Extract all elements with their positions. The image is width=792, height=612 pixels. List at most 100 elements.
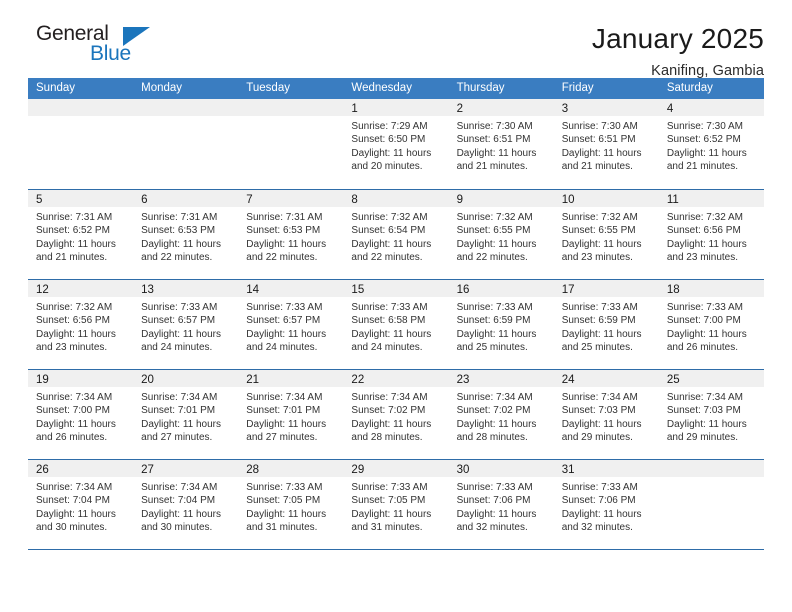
calendar-day-cell[interactable]: 25 Sunrise: 7:34 AM Sunset: 7:03 PM Dayligh…: [658, 370, 764, 459]
day-cell-inner: 3 Sunrise: 7:30 AM Sunset: 6:51 PM Daylight…: [553, 99, 659, 189]
daylight-text-line2: and 27 minutes.: [246, 432, 318, 444]
daylight-text-line1: Daylight: 11 hours: [456, 508, 537, 520]
day-cell-body: Sunrise: 7:32 AM Sunset: 6:54 PM Daylight:…: [343, 207, 448, 265]
sunrise-text: Sunrise: 7:30 AM: [561, 121, 638, 132]
daylight-text-line1: Daylight: 11 hours: [351, 418, 432, 430]
day-cell-body: [238, 116, 343, 120]
day-cell-inner: 17 Sunrise: 7:33 AM Sunset: 6:59 PM Dayligh…: [553, 280, 659, 369]
calendar-day-cell[interactable]: 21 Sunrise: 7:34 AM Sunset: 7:01 PM Dayligh…: [238, 370, 344, 459]
calendar-day-cell[interactable]: 27 Sunrise: 7:34 AM Sunset: 7:04 PM Dayligh…: [133, 460, 239, 549]
calendar-week-row: 5 Sunrise: 7:31 AM Sunset: 6:52 PM Daylight…: [28, 189, 764, 279]
daylight-text-line2: and 29 minutes.: [666, 432, 739, 444]
calendar-day-cell[interactable]: 12 Sunrise: 7:32 AM Sunset: 6:56 PM Dayligh…: [28, 280, 134, 369]
sunset-text: Sunset: 7:06 PM: [456, 495, 531, 507]
calendar-day-cell[interactable]: 20 Sunrise: 7:34 AM Sunset: 7:01 PM Dayligh…: [133, 370, 239, 459]
calendar-weeks: 1 Sunrise: 7:29 AM Sunset: 6:50 PM Daylight…: [28, 99, 764, 549]
calendar-day-cell[interactable]: 29 Sunrise: 7:33 AM Sunset: 7:05 PM Dayligh…: [343, 460, 449, 549]
daylight-text-line2: and 20 minutes.: [351, 161, 423, 173]
calendar-day-cell[interactable]: 26 Sunrise: 7:34 AM Sunset: 7:04 PM Dayligh…: [28, 460, 134, 549]
day-number-band: [238, 99, 344, 116]
day-number: 10: [561, 194, 575, 206]
calendar-day-cell[interactable]: 5 Sunrise: 7:31 AM Sunset: 6:52 PM Daylight…: [28, 190, 134, 279]
weekday-header-wednesday: Wednesday: [351, 82, 412, 94]
day-cell-body: [659, 477, 764, 481]
calendar-day-cell[interactable]: 1 Sunrise: 7:29 AM Sunset: 6:50 PM Daylight…: [343, 99, 449, 189]
day-number: 12: [36, 284, 49, 296]
calendar-day-cell[interactable]: 30 Sunrise: 7:33 AM Sunset: 7:06 PM Dayligh…: [448, 460, 554, 549]
daylight-text-line1: Daylight: 11 hours: [666, 147, 747, 159]
day-cell-body: Sunrise: 7:33 AM Sunset: 6:57 PM Daylight:…: [133, 297, 238, 355]
day-cell-body: Sunrise: 7:31 AM Sunset: 6:53 PM Daylight:…: [238, 207, 343, 265]
daylight-text-line2: and 24 minutes.: [246, 342, 318, 354]
daylight-text-line1: Daylight: 11 hours: [561, 238, 642, 250]
daylight-text-line1: Daylight: 11 hours: [36, 508, 116, 520]
day-number: 18: [666, 284, 680, 296]
calendar-day-cell[interactable]: 31 Sunrise: 7:33 AM Sunset: 7:06 PM Dayligh…: [553, 460, 659, 549]
sunrise-text: Sunrise: 7:34 AM: [666, 392, 743, 403]
day-number-band: 25: [658, 370, 764, 387]
sunrise-text: Sunrise: 7:30 AM: [666, 121, 743, 132]
day-cell-body: Sunrise: 7:33 AM Sunset: 6:58 PM Daylight:…: [343, 297, 448, 355]
calendar-day-cell[interactable]: 4 Sunrise: 7:30 AM Sunset: 6:52 PM Daylight…: [658, 99, 764, 189]
day-cell-inner: 25 Sunrise: 7:34 AM Sunset: 7:03 PM Dayligh…: [658, 370, 764, 459]
calendar-day-cell[interactable]: 11 Sunrise: 7:32 AM Sunset: 6:56 PM Dayligh…: [658, 190, 764, 279]
daylight-text-line2: and 22 minutes.: [351, 252, 423, 264]
calendar-day-cell[interactable]: 3 Sunrise: 7:30 AM Sunset: 6:51 PM Daylight…: [553, 99, 659, 189]
calendar-day-cell[interactable]: 10 Sunrise: 7:32 AM Sunset: 6:55 PM Dayligh…: [553, 190, 659, 279]
calendar-day-cell[interactable]: 8 Sunrise: 7:32 AM Sunset: 6:54 PM Daylight…: [343, 190, 449, 279]
day-number: 19: [36, 374, 49, 386]
calendar-day-cell[interactable]: 24 Sunrise: 7:34 AM Sunset: 7:03 PM Dayligh…: [553, 370, 659, 459]
daylight-text-line2: and 23 minutes.: [36, 342, 108, 354]
calendar-day-cell[interactable]: 19 Sunrise: 7:34 AM Sunset: 7:00 PM Dayligh…: [28, 370, 134, 459]
sunrise-text: Sunrise: 7:33 AM: [561, 302, 638, 313]
daylight-text-line1: Daylight: 11 hours: [456, 418, 537, 430]
sunrise-text: Sunrise: 7:29 AM: [351, 121, 428, 132]
calendar-day-cell[interactable]: 7 Sunrise: 7:31 AM Sunset: 6:53 PM Daylight…: [238, 190, 344, 279]
calendar-day-cell[interactable]: 13 Sunrise: 7:33 AM Sunset: 6:57 PM Dayligh…: [133, 280, 239, 369]
calendar-day-cell[interactable]: 15 Sunrise: 7:33 AM Sunset: 6:58 PM Dayligh…: [343, 280, 449, 369]
calendar-day-cell[interactable]: 9 Sunrise: 7:32 AM Sunset: 6:55 PM Daylight…: [448, 190, 554, 279]
calendar-day-cell[interactable]: 23 Sunrise: 7:34 AM Sunset: 7:02 PM Dayligh…: [448, 370, 554, 459]
day-cell-inner: 24 Sunrise: 7:34 AM Sunset: 7:03 PM Dayligh…: [553, 370, 659, 459]
calendar-week-row: 26 Sunrise: 7:34 AM Sunset: 7:04 PM Dayligh…: [28, 459, 764, 549]
sunset-text: Sunset: 7:04 PM: [36, 495, 110, 507]
day-cell-inner: 1 Sunrise: 7:29 AM Sunset: 6:50 PM Daylight…: [343, 99, 449, 189]
sunrise-text: Sunrise: 7:32 AM: [666, 212, 743, 223]
day-cell-inner: 27 Sunrise: 7:34 AM Sunset: 7:04 PM Dayligh…: [133, 460, 239, 549]
day-cell-inner: 9 Sunrise: 7:32 AM Sunset: 6:55 PM Daylight…: [448, 190, 554, 279]
calendar-day-cell[interactable]: 2 Sunrise: 7:30 AM Sunset: 6:51 PM Daylight…: [448, 99, 554, 189]
calendar-day-cell[interactable]: 6 Sunrise: 7:31 AM Sunset: 6:53 PM Daylight…: [133, 190, 239, 279]
calendar-day-cell[interactable]: 28 Sunrise: 7:33 AM Sunset: 7:05 PM Dayligh…: [238, 460, 344, 549]
calendar-day-cell-empty: [133, 99, 239, 189]
daylight-text-line2: and 31 minutes.: [246, 522, 318, 534]
sunset-text: Sunset: 7:00 PM: [666, 315, 741, 327]
calendar-day-cell[interactable]: 17 Sunrise: 7:33 AM Sunset: 6:59 PM Dayligh…: [553, 280, 659, 369]
daylight-text-line2: and 24 minutes.: [351, 342, 423, 354]
calendar-day-cell[interactable]: 18 Sunrise: 7:33 AM Sunset: 7:00 PM Dayligh…: [658, 280, 764, 369]
day-cell-body: Sunrise: 7:30 AM Sunset: 6:51 PM Daylight:…: [554, 116, 659, 174]
day-cell-inner: 8 Sunrise: 7:32 AM Sunset: 6:54 PM Daylight…: [343, 190, 449, 279]
day-number-band: 4: [658, 99, 764, 116]
sunset-text: Sunset: 6:54 PM: [351, 225, 426, 237]
sunset-text: Sunset: 6:52 PM: [36, 225, 110, 237]
day-cell-inner: 30 Sunrise: 7:33 AM Sunset: 7:06 PM Dayligh…: [448, 460, 554, 549]
sunrise-text: Sunrise: 7:34 AM: [246, 392, 323, 403]
day-number-band: 31: [553, 460, 659, 477]
calendar-day-cell[interactable]: 14 Sunrise: 7:33 AM Sunset: 6:57 PM Dayligh…: [238, 280, 344, 369]
daylight-text-line2: and 32 minutes.: [561, 522, 633, 534]
daylight-text-line2: and 28 minutes.: [351, 432, 423, 444]
day-number-band: 7: [238, 190, 344, 207]
day-number-band: 14: [238, 280, 344, 297]
day-number-band: 9: [448, 190, 554, 207]
daylight-text-line2: and 25 minutes.: [561, 342, 633, 354]
sunrise-text: Sunrise: 7:32 AM: [351, 212, 428, 223]
daylight-text-line1: Daylight: 11 hours: [141, 418, 221, 430]
sunrise-text: Sunrise: 7:32 AM: [561, 212, 638, 223]
sunrise-text: Sunrise: 7:34 AM: [351, 392, 428, 403]
day-cell-inner: 23 Sunrise: 7:34 AM Sunset: 7:02 PM Dayligh…: [448, 370, 554, 459]
calendar-day-cell[interactable]: 22 Sunrise: 7:34 AM Sunset: 7:02 PM Dayligh…: [343, 370, 449, 459]
daylight-text-line2: and 21 minutes.: [36, 252, 108, 264]
calendar-day-cell[interactable]: 16 Sunrise: 7:33 AM Sunset: 6:59 PM Dayligh…: [448, 280, 554, 369]
day-number: 17: [561, 284, 575, 296]
daylight-text-line1: Daylight: 11 hours: [456, 147, 537, 159]
